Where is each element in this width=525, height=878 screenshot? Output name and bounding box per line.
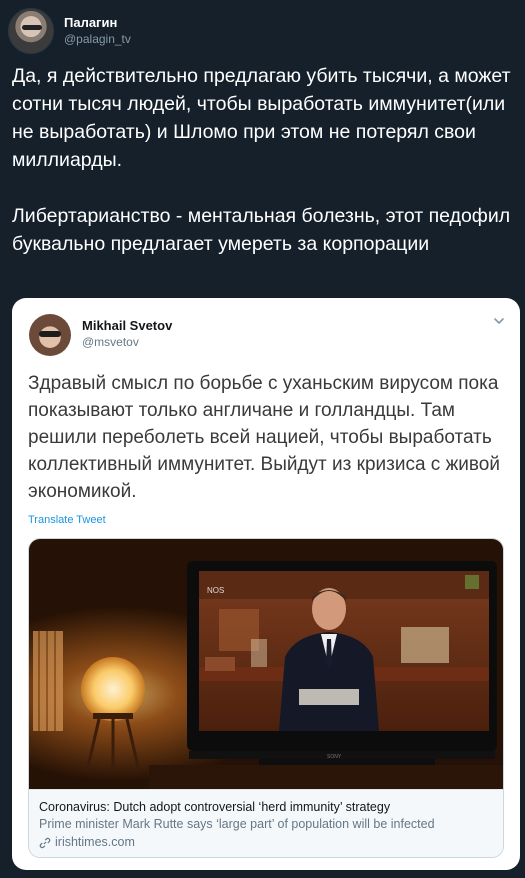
link-card-domain-text: irishtimes.com (55, 835, 135, 849)
link-card-description: Prime minister Mark Rutte says ‘large pa… (39, 817, 435, 831)
card-image: NOS SONY (29, 539, 503, 789)
tv-logo-label: NOS (207, 586, 224, 595)
link-card[interactable]: NOS SONY Coronavirus: Dutch adopt contro… (28, 538, 504, 858)
quoted-author-avatar[interactable] (29, 314, 71, 356)
quoted-tweet[interactable]: Mikhail Svetov @msvetov Здравый смысл по… (12, 298, 520, 870)
link-card-meta: Coronavirus: Dutch adopt controversial ‘… (29, 789, 503, 857)
author-display-name[interactable]: Палагин (64, 15, 131, 31)
link-icon (39, 837, 51, 848)
translate-tweet-link[interactable]: Translate Tweet (28, 514, 106, 526)
quoted-tweet-text: Здравый смысл по борьбе с уханьским виру… (28, 373, 500, 502)
chevron-down-icon[interactable] (492, 314, 506, 328)
link-card-title: Coronavirus: Dutch adopt controversial ‘… (39, 800, 391, 814)
link-card-domain: irishtimes.com (39, 833, 495, 852)
quoted-author-display-name[interactable]: Mikhail Svetov (82, 318, 172, 333)
author-avatar[interactable] (8, 8, 54, 54)
quoted-author-handle[interactable]: @msvetov (82, 335, 139, 349)
tweet-text: Да, я действительно предлагаю убить тыся… (12, 65, 511, 255)
author-names: Палагин @palagin_tv (64, 15, 131, 47)
tweet-header: Палагин @palagin_tv (8, 8, 131, 54)
author-handle[interactable]: @palagin_tv (64, 31, 131, 47)
